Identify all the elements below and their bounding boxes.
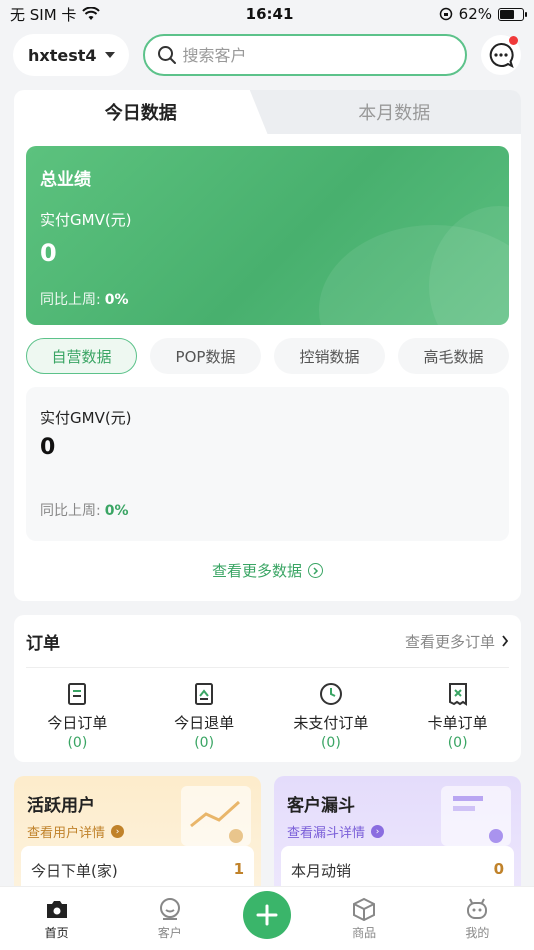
status-bar: 无 SIM 卡 16:41 62% <box>0 0 534 28</box>
clock-icon <box>319 683 342 705</box>
active-users-link-label: 查看用户详情 <box>27 826 106 841</box>
wifi-icon <box>82 7 101 20</box>
segment-control: 自营数据 POP数据 控销数据 高毛数据 <box>26 338 509 374</box>
order-item-count: (0) <box>320 735 341 751</box>
funnel-illustration-icon <box>441 786 511 846</box>
unread-dot <box>509 36 518 45</box>
orders-card: 订单 查看更多订单 今日订单 (0) 今日退单 (0) 未支付订单 (0) 卡单… <box>14 615 521 762</box>
segment-high-margin[interactable]: 高毛数据 <box>398 338 509 374</box>
box-icon <box>353 897 376 921</box>
segment-controlled[interactable]: 控销数据 <box>274 338 385 374</box>
segment-compare: 同比上周: 0% <box>40 500 129 520</box>
circle-arrow-icon <box>308 563 323 578</box>
status-time: 16:41 <box>245 5 294 23</box>
caret-down-icon <box>104 52 115 58</box>
total-gmv-label: 实付GMV(元) <box>40 211 132 229</box>
order-item-stuck[interactable]: 卡单订单 (0) <box>403 682 513 751</box>
tab-products-label: 商品 <box>352 925 377 940</box>
funnel-link-label: 查看漏斗详情 <box>287 826 366 841</box>
order-item-count: (0) <box>67 735 88 751</box>
customer-funnel-title: 客户漏斗 <box>287 796 355 816</box>
segment-gmv-label: 实付GMV(元) <box>40 409 132 427</box>
stuck-doc-icon <box>448 683 467 706</box>
total-performance-panel: 总业绩 实付GMV(元) 0 同比上周: 0% <box>26 146 509 325</box>
tab-mine[interactable]: 我的 <box>437 897 517 941</box>
store-selector[interactable]: hxtest4 <box>13 34 129 76</box>
more-orders-label: 查看更多订单 <box>404 632 495 651</box>
customer-face-icon <box>159 897 180 920</box>
order-item-returns[interactable]: 今日退单 (0) <box>149 682 259 751</box>
total-compare-value: 0% <box>104 292 129 308</box>
funnel-detail-link[interactable]: 查看漏斗详情 › <box>287 822 385 841</box>
order-item-label: 今日订单 <box>47 714 108 732</box>
header: hxtest4 <box>0 28 534 82</box>
tab-products[interactable]: 商品 <box>324 897 404 941</box>
segment-pop[interactable]: POP数据 <box>150 338 261 374</box>
order-item-label: 卡单订单 <box>427 714 488 732</box>
search-box[interactable] <box>142 34 467 76</box>
add-button[interactable] <box>242 890 291 939</box>
chat-bubble-icon <box>489 43 514 68</box>
segment-gmv-value: 0 <box>40 435 56 460</box>
total-compare: 同比上周: 0% <box>40 289 129 309</box>
order-doc-icon <box>68 683 87 705</box>
segment-self-operated[interactable]: 自营数据 <box>26 338 137 374</box>
order-item-count: (0) <box>447 735 468 751</box>
tab-customers[interactable]: 客户 <box>130 897 210 941</box>
tab-month[interactable]: 本月数据 <box>268 90 522 134</box>
more-orders-link[interactable]: 查看更多订单 <box>405 631 509 652</box>
tab-mine-label: 我的 <box>465 925 490 940</box>
rotation-lock-icon <box>439 7 452 21</box>
circle-arrow-icon: › <box>111 825 125 838</box>
search-input[interactable] <box>182 45 453 65</box>
order-item-unpaid[interactable]: 未支付订单 (0) <box>276 682 386 751</box>
order-item-today[interactable]: 今日订单 (0) <box>22 682 132 751</box>
order-shortcuts: 今日订单 (0) 今日退单 (0) 未支付订单 (0) 卡单订单 (0) <box>14 668 521 751</box>
active-users-title: 活跃用户 <box>27 796 95 816</box>
home-camera-icon <box>46 900 67 918</box>
order-item-label: 未支付订单 <box>293 714 369 732</box>
plus-icon <box>256 904 278 925</box>
orders-title: 订单 <box>26 633 60 654</box>
bottom-tab-bar: 首页 客户 商品 我的 <box>0 886 534 950</box>
battery-icon <box>498 7 527 21</box>
search-icon <box>157 46 176 64</box>
total-title: 总业绩 <box>40 170 91 190</box>
tab-customers-label: 客户 <box>157 925 182 940</box>
total-gmv-value: 0 <box>40 239 57 267</box>
data-tabs: 今日数据 本月数据 <box>14 90 521 134</box>
active-users-link[interactable]: 查看用户详情 › <box>27 822 125 841</box>
tab-today[interactable]: 今日数据 <box>14 90 268 134</box>
data-card: 今日数据 本月数据 总业绩 实付GMV(元) 0 同比上周: 0% 自营数据 PO… <box>14 90 521 601</box>
segment-compare-value: 0% <box>104 503 129 519</box>
more-data-label: 查看更多数据 <box>211 562 302 580</box>
battery-percent: 62% <box>458 5 492 23</box>
return-doc-icon <box>195 683 214 705</box>
robot-avatar-icon <box>467 898 488 919</box>
total-compare-label: 同比上周: <box>40 292 101 308</box>
tab-home[interactable]: 首页 <box>17 897 97 941</box>
circle-arrow-icon: › <box>371 825 385 838</box>
carrier-label: 无 SIM 卡 <box>10 5 77 24</box>
store-name: hxtest4 <box>28 45 97 65</box>
chevron-right-icon <box>502 635 509 647</box>
more-data-link[interactable]: 查看更多数据 <box>14 560 521 581</box>
order-item-count: (0) <box>194 735 215 751</box>
tab-home-label: 首页 <box>44 925 69 940</box>
message-button[interactable] <box>481 35 521 75</box>
segment-compare-label: 同比上周: <box>40 503 101 519</box>
chart-illustration-icon <box>181 786 251 846</box>
order-item-label: 今日退单 <box>174 714 235 732</box>
orders-header: 订单 查看更多订单 <box>26 615 509 668</box>
segment-detail-panel: 实付GMV(元) 0 同比上周: 0% <box>26 387 509 541</box>
